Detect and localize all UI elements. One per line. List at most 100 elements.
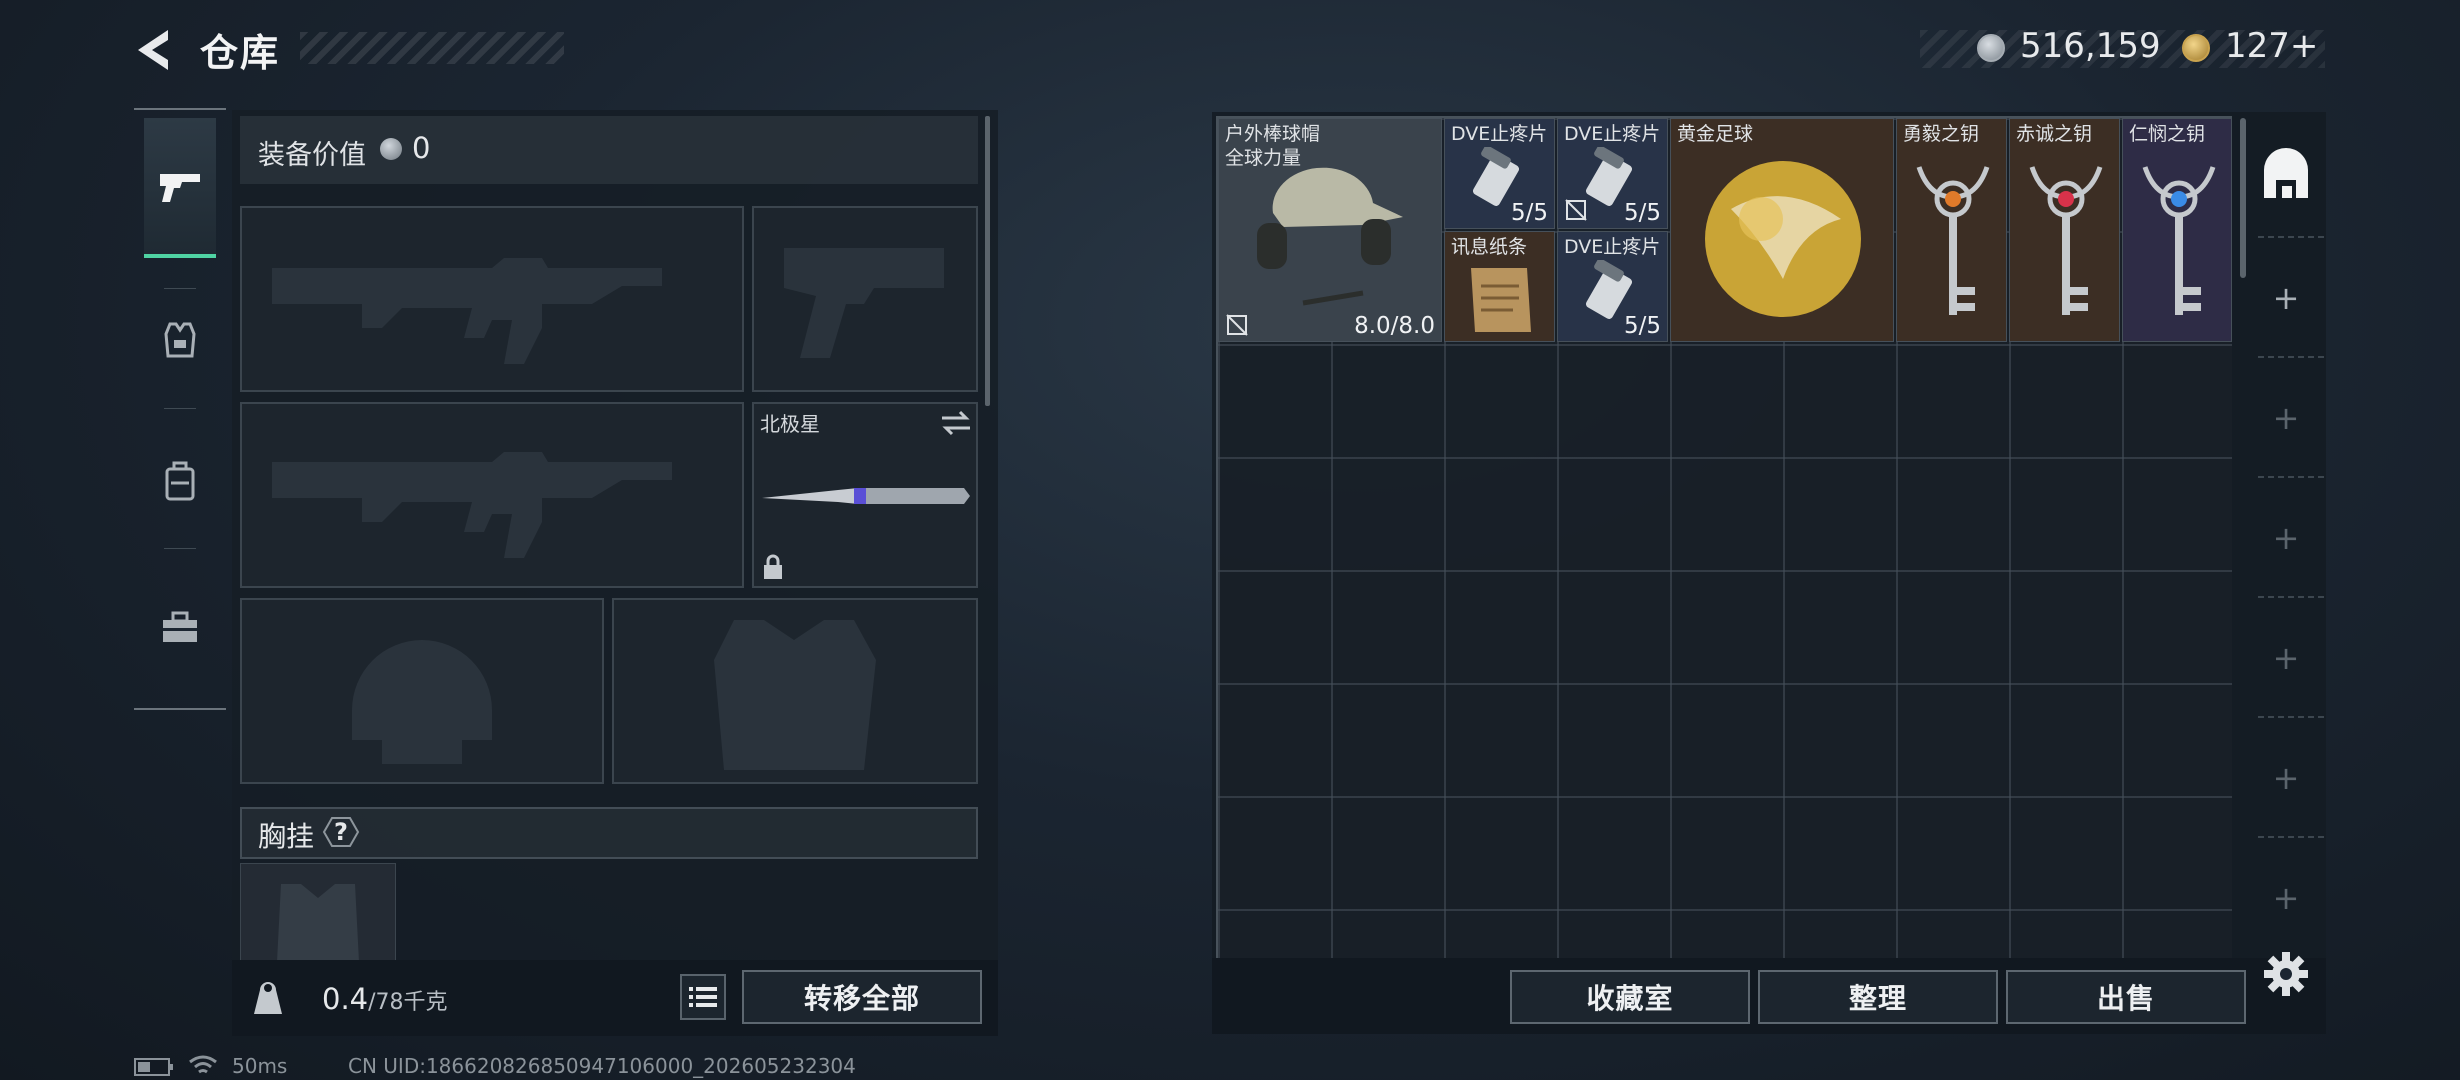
add-storage-page-button[interactable]: + — [2256, 278, 2316, 318]
add-storage-page-button[interactable]: + — [2256, 518, 2316, 558]
item-name: 赤诚之钥 — [2016, 123, 2093, 145]
item-dve-painkiller[interactable]: DVE止疼片 5/5 — [1557, 231, 1668, 342]
item-golden-football[interactable]: 黄金足球 — [1670, 118, 1894, 342]
item-name: 讯息纸条 — [1451, 236, 1528, 258]
gold-coin-icon — [2182, 34, 2210, 62]
add-storage-page-button[interactable]: + — [2256, 638, 2316, 678]
collection-room-button[interactable]: 收藏室 — [1510, 970, 1750, 1024]
add-storage-page-button[interactable]: + — [2256, 758, 2316, 798]
rifle-silhouette-icon — [272, 258, 662, 364]
item-count: 5/5 — [1623, 200, 1661, 226]
item-name: 勇毅之钥 — [1903, 123, 1980, 145]
tab-separator — [164, 288, 196, 289]
equipment-value-amount: 0 — [412, 131, 431, 165]
weight-capacity: /78千克 — [368, 990, 448, 1015]
side-divider — [2258, 356, 2324, 358]
no-insure-icon — [1226, 314, 1248, 336]
item-baseball-cap[interactable]: 户外棒球帽 全球力量 8.0/8.0 — [1218, 118, 1442, 342]
tab-armor[interactable] — [144, 290, 216, 390]
help-label: ? — [334, 818, 348, 846]
tab-column-top-line — [134, 108, 226, 110]
add-storage-page-button[interactable]: + — [2256, 878, 2316, 918]
chest-rig-silhouette-icon — [277, 884, 359, 962]
settings-button[interactable] — [2262, 950, 2310, 998]
key-orange-gem-icon — [1916, 166, 1990, 315]
knife-icon — [762, 488, 970, 504]
item-dve-painkiller[interactable]: DVE止疼片 5/5 — [1557, 118, 1668, 229]
item-key-sincerity[interactable]: 赤诚之钥 — [2009, 118, 2120, 342]
transfer-all-button[interactable]: 转移全部 — [742, 970, 982, 1024]
tab-backpack[interactable] — [144, 432, 216, 532]
rifle-silhouette-icon — [272, 452, 672, 558]
side-divider — [2258, 236, 2324, 238]
item-name: DVE止疼片 — [1451, 123, 1548, 145]
pistol-slot[interactable] — [752, 206, 978, 392]
chest-rig-slot[interactable] — [240, 863, 396, 963]
item-message-note[interactable]: 讯息纸条 — [1444, 231, 1555, 342]
help-button[interactable]: ? — [322, 816, 360, 848]
side-divider — [2258, 596, 2324, 598]
item-name: DVE止疼片 — [1564, 236, 1661, 258]
helmet-silhouette-icon — [352, 640, 492, 764]
pill-bottle-icon — [1585, 260, 1633, 319]
weight-readout: 0.4/78千克 — [322, 982, 448, 1016]
title-decoration — [300, 32, 564, 64]
key-blue-gem-icon — [2142, 166, 2216, 315]
item-name: 仁悯之钥 — [2129, 123, 2206, 145]
body-armor-slot[interactable] — [612, 598, 978, 784]
tab-column-bottom-line — [134, 708, 226, 710]
side-divider — [2258, 716, 2324, 718]
list-icon — [689, 987, 717, 1007]
sell-button[interactable]: 出售 — [2006, 970, 2246, 1024]
paper-note-icon — [1471, 268, 1531, 332]
side-divider — [2258, 476, 2324, 478]
tab-separator — [164, 548, 196, 549]
tab-toolbox[interactable] — [144, 578, 216, 678]
wifi-icon — [189, 1055, 217, 1074]
gold-soccer-ball-icon — [1705, 161, 1861, 317]
lock-icon — [764, 554, 782, 579]
add-storage-page-button[interactable]: + — [2256, 398, 2316, 438]
armor-vest-icon — [164, 322, 196, 358]
helmet-slot[interactable] — [240, 598, 604, 784]
toolbox-icon — [163, 611, 197, 642]
item-count: 5/5 — [1623, 313, 1661, 339]
gold-amount[interactable]: 127+ — [2225, 26, 2318, 66]
ping-readout: 50ms — [232, 1054, 288, 1078]
swap-icon[interactable] — [940, 410, 972, 436]
battery-icon — [134, 1058, 173, 1076]
melee-slot-name: 北极星 — [760, 412, 820, 436]
item-durability: 8.0/8.0 — [1354, 313, 1435, 339]
item-dve-painkiller[interactable]: DVE止疼片 5/5 — [1444, 118, 1555, 229]
equipment-scrollbar[interactable] — [985, 116, 990, 406]
storage-page-home[interactable] — [2256, 146, 2316, 206]
backpack-icon — [165, 461, 195, 501]
pistol-icon — [160, 174, 200, 202]
item-name: DVE止疼片 — [1564, 123, 1661, 145]
melee-slot[interactable]: 北极星 — [752, 402, 978, 588]
side-divider — [2258, 836, 2324, 838]
back-button[interactable] — [128, 24, 180, 76]
back-arrow-icon — [138, 30, 168, 70]
list-view-button[interactable] — [680, 974, 726, 1020]
vest-silhouette-icon — [714, 620, 876, 770]
silver-amount: 516,159 — [2020, 26, 2161, 66]
tab-weapons[interactable] — [144, 118, 216, 258]
page-title: 仓库 — [200, 31, 281, 75]
tab-separator — [164, 408, 196, 409]
item-count: 5/5 — [1510, 200, 1548, 226]
secondary-weapon-slot[interactable] — [240, 402, 744, 588]
user-uid: CN UID:18662082685094710600​0_2026052323… — [348, 1054, 856, 1078]
equipment-value-label: 装备价值 — [258, 140, 366, 171]
pistol-silhouette-icon — [784, 248, 944, 358]
pill-bottle-icon — [1472, 147, 1520, 206]
silver-coin-icon — [380, 138, 402, 160]
sort-button[interactable]: 整理 — [1758, 970, 1998, 1024]
chest-rig-label: 胸挂 — [258, 820, 315, 853]
primary-weapon-slot[interactable] — [240, 206, 744, 392]
storage-scrollbar[interactable] — [2240, 118, 2246, 278]
weight-current: 0.4 — [322, 982, 369, 1016]
item-key-mercy[interactable]: 仁悯之钥 — [2122, 118, 2232, 342]
silver-coin-icon — [1977, 34, 2005, 62]
item-key-courage[interactable]: 勇毅之钥 — [1896, 118, 2007, 342]
